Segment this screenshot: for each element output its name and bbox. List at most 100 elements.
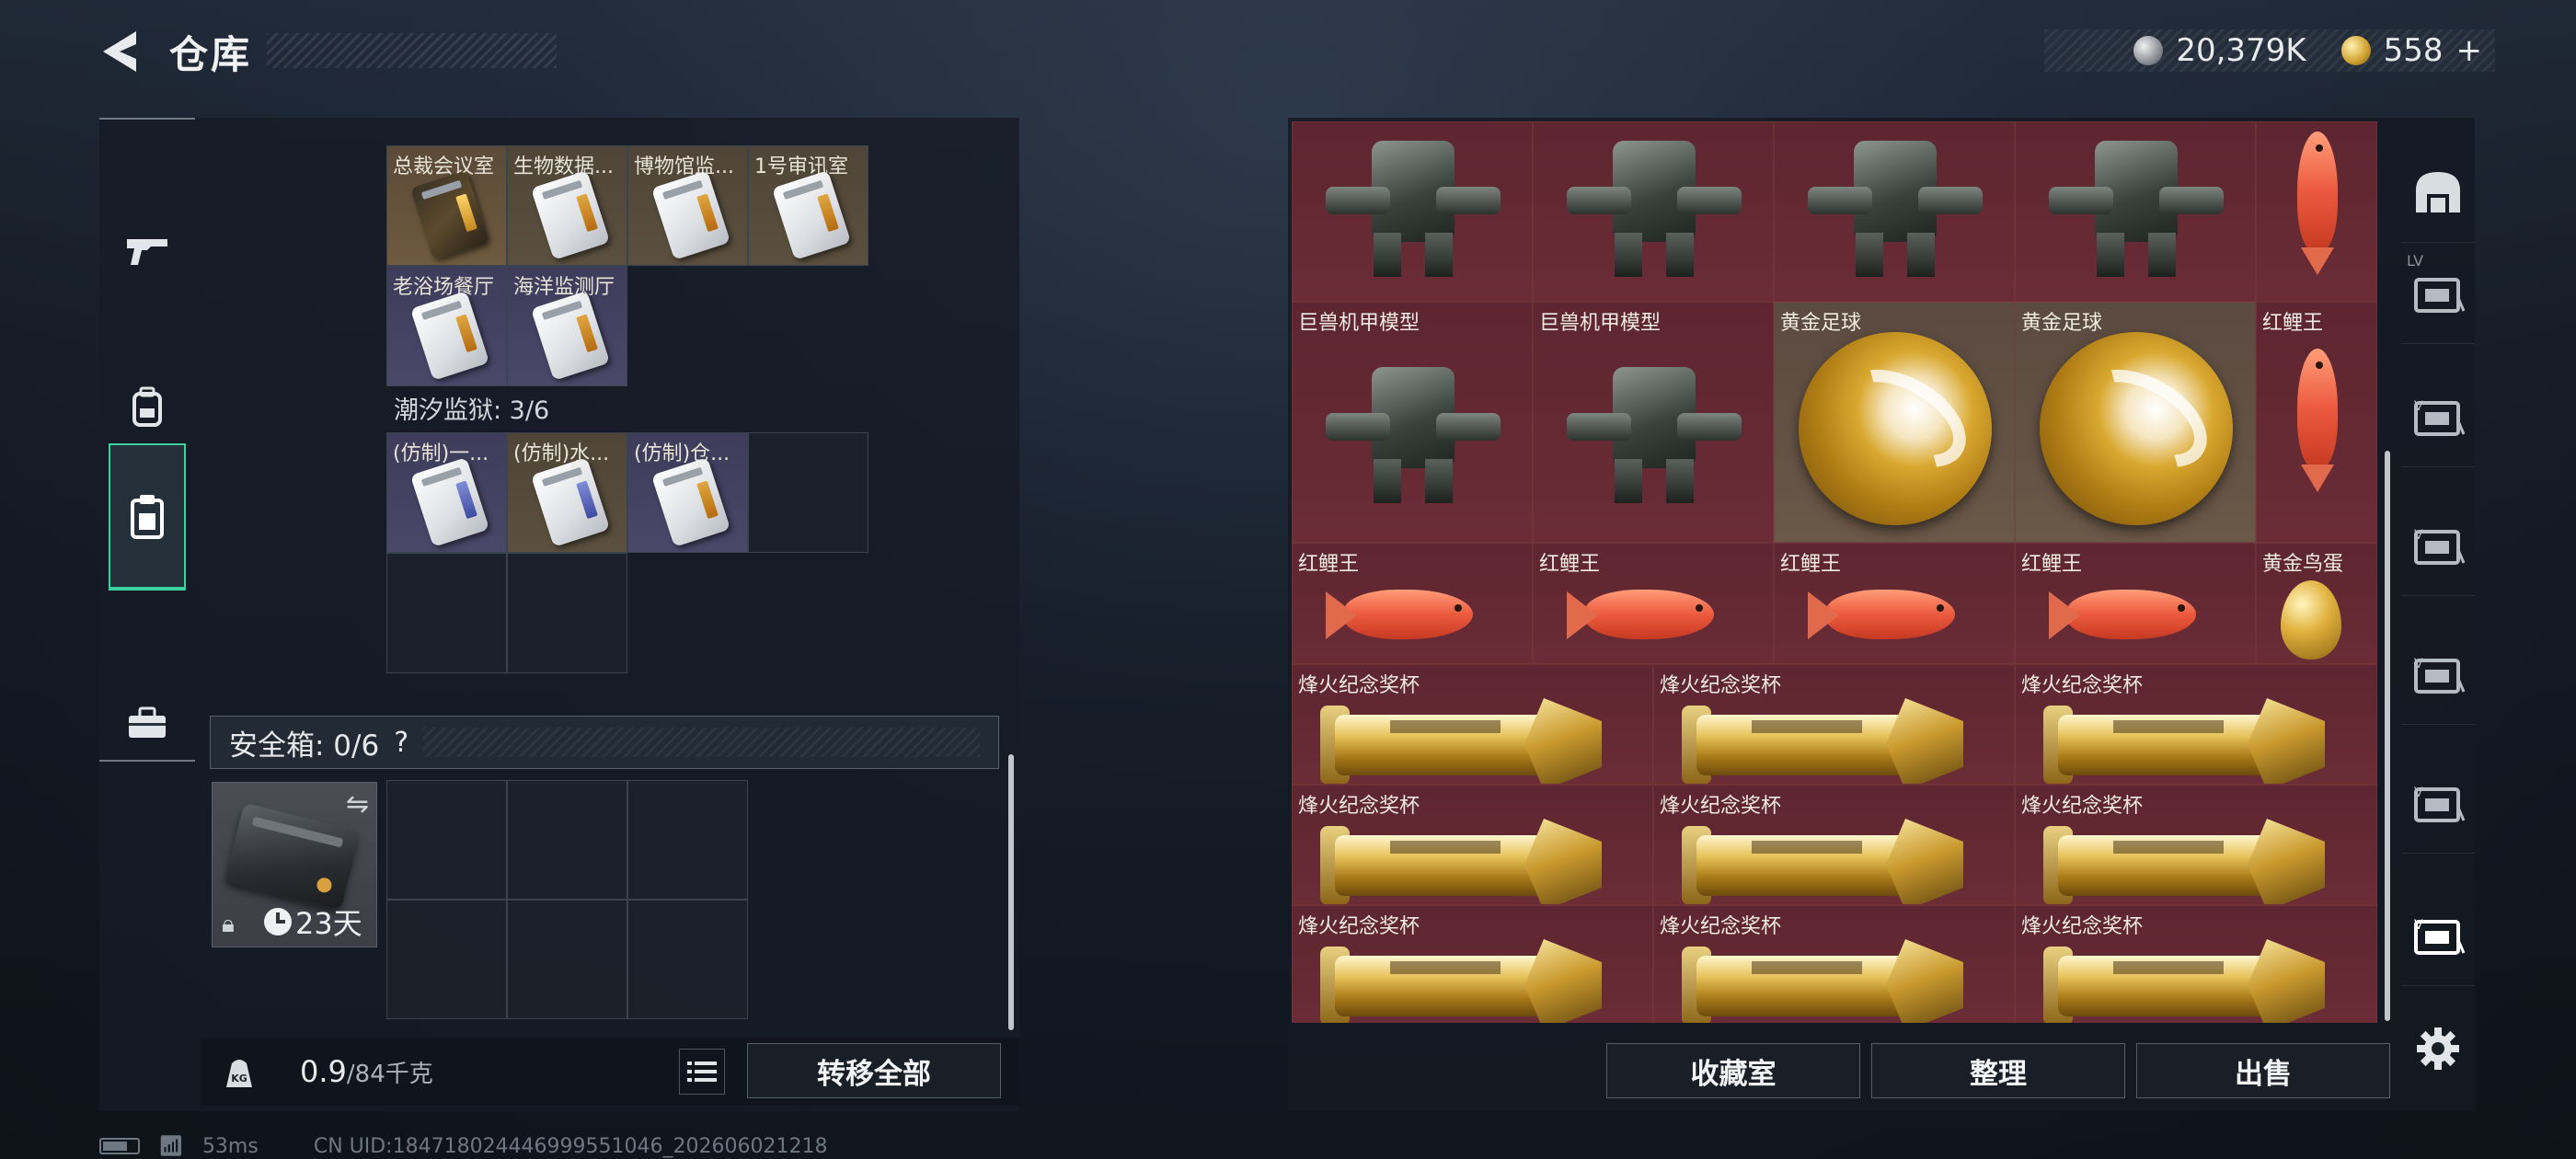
item-slot[interactable]: 红鲤王: [1774, 543, 2015, 664]
organize-button[interactable]: 整理: [1871, 1043, 2125, 1098]
trophy-icon: [1320, 693, 1611, 784]
item-slot[interactable]: 红鲤王: [2256, 302, 2377, 543]
red-carp-icon: [1567, 577, 1742, 652]
item-slot[interactable]: [2015, 121, 2256, 302]
red-carp-icon: [2049, 577, 2224, 652]
keycard-name: 总裁会议室: [393, 155, 495, 178]
keycard-name: (仿制)水...: [513, 442, 610, 465]
case-icon: V: [2414, 399, 2466, 436]
keycard-slot[interactable]: 老浴场餐厅: [386, 266, 507, 386]
weight-max: /84千克: [346, 1061, 433, 1088]
tab-helmet[interactable]: [2401, 142, 2475, 243]
group-label: 潮汐监狱: 3/6: [394, 396, 550, 425]
sell-button[interactable]: 出售: [2136, 1043, 2390, 1098]
case-icon: V: [2414, 918, 2466, 955]
empty-slot[interactable]: [386, 780, 507, 900]
tab-case-lv[interactable]: LV: [2401, 243, 2475, 344]
title-decoration: [267, 33, 557, 68]
item-slot[interactable]: 烽火纪念奖杯: [1653, 905, 2015, 1023]
silver-amount: 20,379K: [2176, 32, 2306, 69]
right-scrollbar[interactable]: [2385, 451, 2390, 1021]
item-name: 巨兽机甲模型: [1298, 312, 1420, 335]
item-slot[interactable]: [1774, 121, 2015, 302]
keycard-slot[interactable]: (仿制)一...: [386, 432, 507, 553]
keycard-icon: [771, 170, 852, 260]
tab-case[interactable]: V: [2401, 366, 2475, 467]
golden-football-icon: [1799, 332, 1992, 525]
empty-slot[interactable]: [627, 780, 748, 900]
left-tab-bar: [99, 118, 195, 762]
keycard-slot[interactable]: 总裁会议室: [386, 145, 507, 266]
tab-case-active[interactable]: V: [2401, 885, 2475, 986]
empty-slot[interactable]: [386, 553, 507, 673]
item-slot[interactable]: 烽火纪念奖杯: [1653, 664, 2015, 785]
keycard-slot[interactable]: (仿制)仓...: [627, 432, 748, 553]
keycard-icon: [530, 170, 611, 260]
keycard-slot[interactable]: 海洋监测厅: [507, 266, 627, 386]
swap-icon[interactable]: ⇋: [346, 788, 369, 820]
item-slot[interactable]: 烽火纪念奖杯: [1292, 785, 1653, 905]
item-slot[interactable]: 烽火纪念奖杯: [1653, 785, 2015, 905]
item-slot[interactable]: 黄金鸟蛋: [2256, 543, 2377, 664]
keycard-name: 1号审讯室: [754, 155, 848, 178]
weight-bar: KG 0.9/84千克 转移全部: [201, 1038, 1019, 1106]
tab-weapons[interactable]: [109, 177, 186, 324]
tab-case[interactable]: V: [2401, 752, 2475, 854]
item-slot[interactable]: 黄金足球: [2015, 302, 2256, 543]
item-slot[interactable]: 烽火纪念奖杯: [2015, 664, 2377, 785]
tab-case[interactable]: V: [2401, 495, 2475, 596]
keycard-icon: [409, 170, 490, 260]
timer-text: 23天: [295, 906, 362, 941]
item-slot[interactable]: 烽火纪念奖杯: [2015, 785, 2377, 905]
item-slot[interactable]: 巨兽机甲模型: [1292, 302, 1533, 543]
safebox-container[interactable]: ⇋ 🔒︎ 23天: [212, 782, 377, 947]
gold-coin-icon: [2340, 36, 2371, 65]
help-icon[interactable]: ?: [394, 727, 408, 759]
keycard-slot[interactable]: 生物数据...: [507, 145, 627, 266]
collection-room-button[interactable]: 收藏室: [1606, 1043, 1860, 1098]
item-slot[interactable]: 红鲤王: [2015, 543, 2256, 664]
empty-slot[interactable]: [507, 780, 627, 900]
item-name: 红鲤王: [1539, 553, 1601, 576]
item-slot[interactable]: 红鲤王: [1533, 543, 1774, 664]
keycard-slot[interactable]: 博物馆监...: [627, 145, 748, 266]
item-name: 红鲤王: [1780, 553, 1842, 576]
keycard-name: 海洋监测厅: [513, 276, 615, 299]
item-slot[interactable]: 巨兽机甲模型: [1533, 302, 1774, 543]
item-slot[interactable]: [1533, 121, 1774, 302]
settings-button[interactable]: [2410, 1021, 2466, 1076]
item-slot[interactable]: 黄金足球: [1774, 302, 2015, 543]
empty-slot[interactable]: [507, 900, 627, 1019]
item-slot[interactable]: [1292, 121, 1533, 302]
list-view-button[interactable]: [679, 1049, 725, 1095]
tab-storage[interactable]: [109, 443, 186, 591]
empty-slot[interactable]: [386, 900, 507, 1019]
item-name: 红鲤王: [2262, 312, 2324, 335]
back-button[interactable]: [96, 26, 147, 77]
trophy-icon: [2043, 813, 2334, 904]
mech-model-icon: [2040, 122, 2233, 279]
case-icon: V: [2414, 528, 2466, 565]
keycard-grid-2: (仿制)一... (仿制)水... (仿制)仓...: [386, 432, 868, 673]
add-currency-button[interactable]: +: [2456, 32, 2483, 69]
empty-slot[interactable]: [627, 900, 748, 1019]
item-slot[interactable]: 烽火纪念奖杯: [1292, 905, 1653, 1023]
ping-text: 53ms: [201, 1134, 259, 1158]
tab-case[interactable]: V: [2401, 624, 2475, 725]
item-slot[interactable]: 红鲤王: [1292, 543, 1533, 664]
transfer-all-button[interactable]: 转移全部: [747, 1043, 1001, 1098]
item-slot[interactable]: 烽火纪念奖杯: [1292, 664, 1653, 785]
empty-slot[interactable]: [507, 553, 627, 673]
item-slot[interactable]: [2256, 121, 2377, 302]
keycard-slot[interactable]: 1号审讯室: [748, 145, 868, 266]
status-bar: 📶︎ 53ms CN UID:1847180244469995510​46_20…: [99, 1133, 828, 1159]
empty-slot[interactable]: [748, 432, 868, 553]
item-slot[interactable]: 烽火纪念奖杯: [2015, 905, 2377, 1023]
tab-toolbox[interactable]: [109, 649, 186, 797]
case-icon: [2414, 277, 2466, 313]
left-scrollbar[interactable]: [1008, 754, 1014, 1030]
keycard-slot[interactable]: (仿制)水...: [507, 432, 627, 553]
mech-model-icon: [1317, 122, 1510, 279]
safebox-timer: 23天: [264, 901, 362, 943]
red-carp-icon: [2288, 122, 2343, 279]
